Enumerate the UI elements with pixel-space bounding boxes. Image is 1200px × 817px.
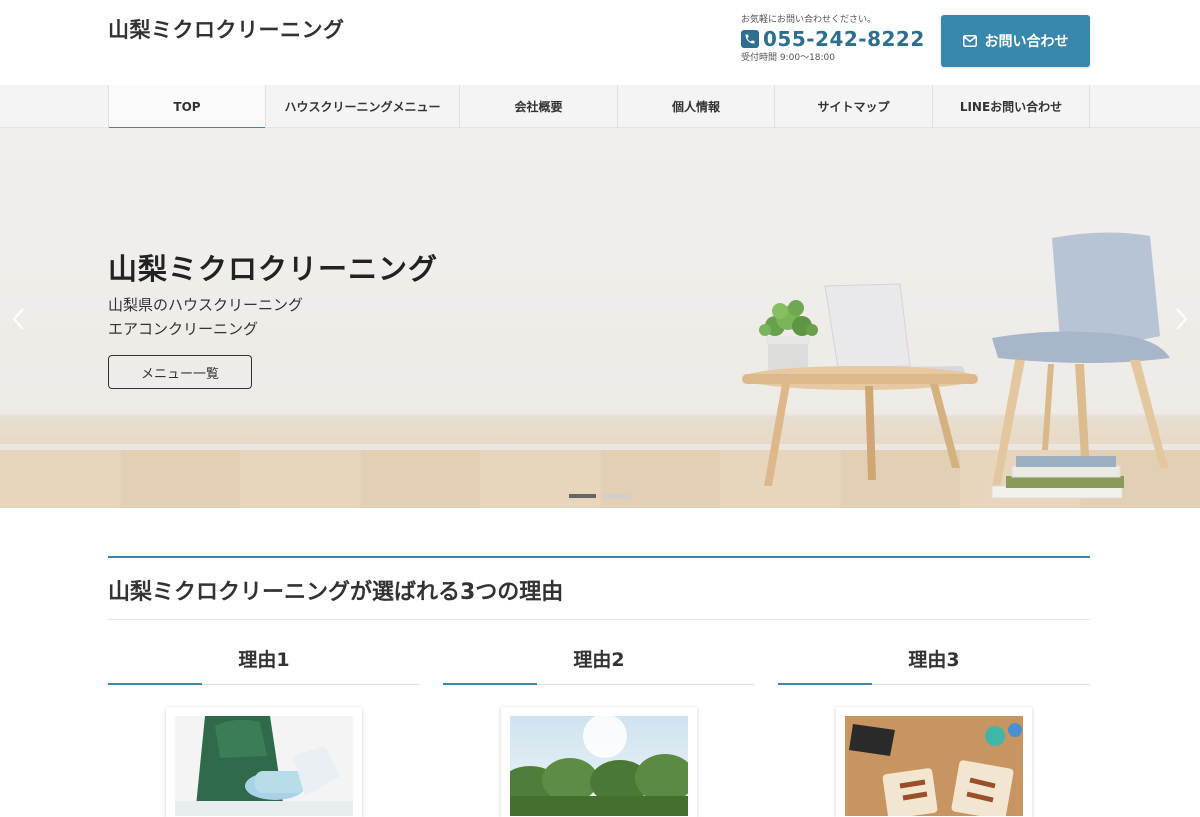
reason-title-2: 理由2 — [443, 640, 755, 685]
phone-row[interactable]: 055-242-8222 — [741, 26, 925, 52]
site-title[interactable]: 山梨ミクロクリーニング — [108, 14, 345, 44]
reason-column-2: 理由2 — [443, 640, 755, 817]
table-illustration — [742, 366, 978, 486]
nav-item-house-cleaning-menu[interactable]: ハウスクリーニングメニュー — [266, 85, 460, 128]
contact-button[interactable]: お問い合わせ — [941, 15, 1090, 67]
contact-note: お気軽にお問い合わせください。 — [741, 15, 877, 25]
reason-image-card-2 — [501, 707, 697, 817]
reason-image-card-1 — [166, 707, 362, 817]
nav-item-line-contact[interactable]: LINEお問い合わせ — [933, 85, 1090, 128]
reason-image-3 — [845, 716, 1023, 816]
nav-menu: TOP ハウスクリーニングメニュー 会社概要 個人情報 サイトマップ LINEお… — [108, 85, 1090, 129]
hero-title: 山梨ミクロクリーニング — [108, 252, 439, 286]
hero-slider: 山梨ミクロクリーニング 山梨県のハウスクリーニング エアコンクリーニング メニュ… — [0, 128, 1200, 508]
section-top-rule — [108, 556, 1090, 558]
hero-subtitle-line-1: 山梨県のハウスクリーニング — [108, 296, 304, 314]
plant-illustration — [759, 300, 818, 375]
business-hours: 受付時間 9:00〜18:00 — [741, 53, 836, 63]
mail-icon — [962, 35, 977, 47]
site-header: 山梨ミクロクリーニング お気軽にお問い合わせください。 055-242-8222… — [0, 0, 1200, 85]
reason-column-1: 理由1 — [108, 640, 420, 817]
contact-button-label: お問い合わせ — [984, 34, 1069, 50]
slider-dot-2[interactable] — [603, 494, 630, 498]
phone-number[interactable]: 055-242-8222 — [763, 27, 925, 51]
laptop-illustration — [810, 283, 966, 375]
reason-title-3: 理由3 — [778, 640, 1090, 685]
section-divider — [108, 619, 1090, 620]
books-illustration — [991, 456, 1124, 499]
slider-dot-1[interactable] — [569, 494, 596, 498]
hero-furniture-illustration — [742, 232, 1170, 499]
nav-item-top[interactable]: TOP — [109, 85, 266, 129]
reason-column-3: 理由3 — [778, 640, 1090, 817]
contact-info: お気軽にお問い合わせください。 055-242-8222 受付時間 9:00〜1… — [741, 14, 925, 64]
reason-image-card-3 — [836, 707, 1032, 817]
nav-item-sitemap[interactable]: サイトマップ — [775, 85, 933, 128]
global-nav: TOP ハウスクリーニングメニュー 会社概要 個人情報 サイトマップ LINEお… — [0, 85, 1200, 129]
reason-image-2 — [510, 716, 688, 816]
slider-next-arrow-icon[interactable] — [1172, 304, 1192, 334]
nav-item-privacy[interactable]: 個人情報 — [618, 85, 775, 128]
reason-image-1 — [175, 716, 353, 816]
hero-subtitle-line-2: エアコンクリーニング — [108, 320, 259, 338]
menu-list-button[interactable]: メニュー一覧 — [108, 355, 252, 389]
slider-dots — [569, 494, 630, 498]
phone-icon — [741, 30, 759, 48]
reason-title-1: 理由1 — [108, 640, 420, 685]
slider-prev-arrow-icon[interactable] — [8, 304, 28, 334]
nav-item-company[interactable]: 会社概要 — [460, 85, 618, 128]
section-title: 山梨ミクロクリーニングが選ばれる3つの理由 — [108, 580, 564, 605]
chair-illustration — [992, 232, 1170, 488]
